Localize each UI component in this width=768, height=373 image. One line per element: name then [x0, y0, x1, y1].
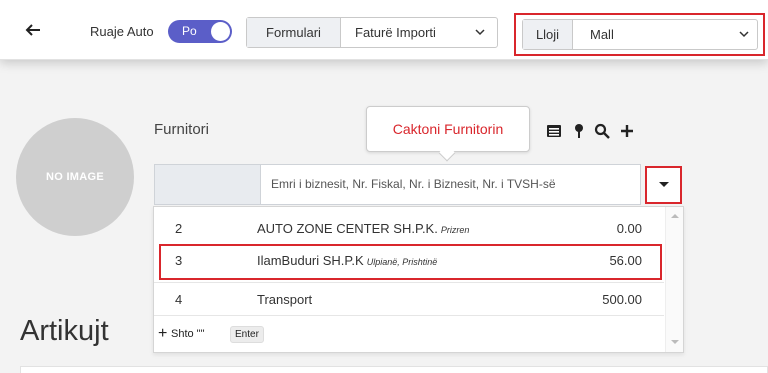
autosave-label: Ruaje Auto — [90, 24, 154, 39]
plus-icon[interactable] — [619, 123, 635, 139]
supplier-dropdown-button[interactable] — [645, 166, 682, 204]
selected-item-highlight — [159, 244, 662, 280]
supplier-addon — [154, 164, 260, 205]
type-select-label: Lloji — [523, 20, 573, 49]
enter-key-hint: Enter — [230, 326, 264, 343]
item-name-text: Transport — [257, 292, 313, 307]
search-icon[interactable] — [594, 123, 610, 139]
item-number: 2 — [175, 221, 183, 236]
back-arrow-icon[interactable] — [24, 21, 42, 39]
item-amount: 500.00 — [602, 292, 642, 307]
supplier-label: Furnitori — [154, 121, 210, 138]
type-select[interactable]: Lloji Mall — [522, 19, 758, 50]
form-select-label: Formulari — [247, 18, 341, 47]
chevron-down-icon — [739, 31, 749, 38]
scroll-down-icon[interactable] — [671, 340, 679, 344]
add-new-row[interactable]: + Shto "" Enter — [154, 315, 664, 353]
items-table — [20, 366, 768, 373]
supplier-dropdown: 2 AUTO ZONE CENTER SH.P.K. Prizren 0.00 3… — [153, 206, 684, 353]
item-location: Prizren — [440, 225, 470, 235]
form-select[interactable]: Formulari Faturë Importi — [246, 17, 498, 48]
item-name-text: AUTO ZONE CENTER SH.P.K. — [257, 221, 438, 236]
item-number: 4 — [175, 292, 183, 307]
supplier-avatar: NO IMAGE — [16, 118, 134, 236]
form-select-value: Faturë Importi — [355, 25, 436, 40]
add-new-label: Shto "" — [171, 328, 205, 340]
list-item[interactable]: 2 AUTO ZONE CENTER SH.P.K. Prizren 0.00 — [154, 212, 664, 245]
type-select-value: Mall — [590, 27, 614, 42]
chevron-down-icon — [475, 29, 485, 36]
supplier-search-input[interactable]: Emri i biznesit, Nr. Fiskal, Nr. i Bizne… — [260, 164, 641, 205]
autosave-toggle-label: Po — [182, 24, 197, 38]
caret-down-icon — [659, 182, 669, 187]
list-item[interactable]: 4 Transport 500.00 — [154, 282, 664, 315]
item-name: AUTO ZONE CENTER SH.P.K. Prizren — [257, 221, 469, 236]
autosave-toggle[interactable]: Po — [168, 20, 232, 43]
map-pin-icon[interactable] — [571, 123, 587, 139]
toggle-knob — [211, 22, 230, 41]
item-name: Transport — [257, 292, 312, 307]
type-select-highlight: Lloji Mall — [514, 13, 765, 56]
plus-icon: + — [158, 325, 168, 342]
items-heading: Artikujt — [20, 315, 109, 347]
top-toolbar: Ruaje Auto Po Formulari Faturë Importi L… — [0, 0, 768, 60]
dropdown-scrollbar[interactable] — [665, 207, 683, 352]
item-amount: 0.00 — [616, 221, 642, 236]
scroll-up-icon[interactable] — [671, 214, 679, 218]
list-icon[interactable] — [546, 123, 562, 139]
